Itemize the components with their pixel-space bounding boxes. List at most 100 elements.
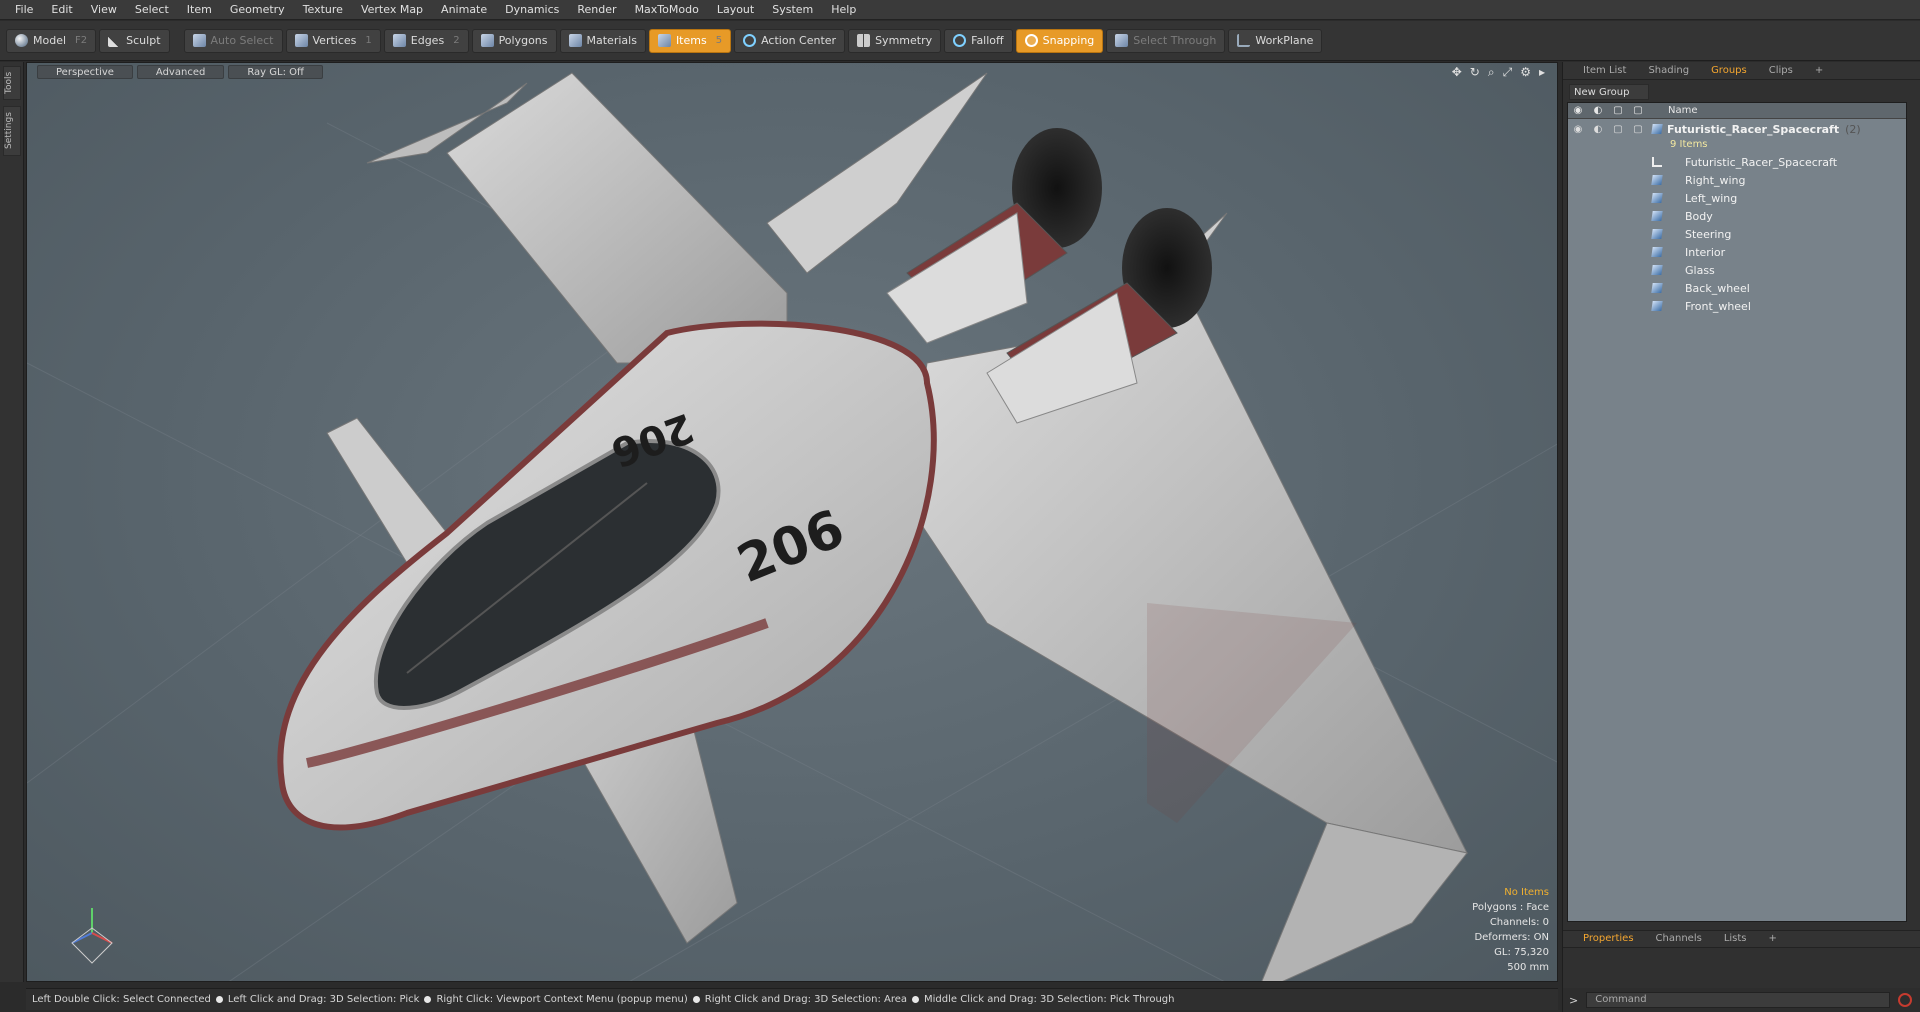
menu-geometry[interactable]: Geometry xyxy=(221,3,294,16)
axis-gizmo xyxy=(71,908,113,964)
lock-icon[interactable]: ▢ xyxy=(1608,124,1628,135)
expand-icon[interactable]: ▸ xyxy=(1539,65,1545,80)
properties-panel xyxy=(1567,950,1907,984)
menu-select[interactable]: Select xyxy=(126,3,178,16)
new-group-button[interactable]: New Group xyxy=(1569,84,1649,100)
workplane-button[interactable]: WorkPlane xyxy=(1228,28,1323,53)
vertices-button[interactable]: Vertices 1 xyxy=(285,28,381,53)
tab-groups[interactable]: Groups xyxy=(1701,63,1757,79)
sculpt-button[interactable]: Sculpt xyxy=(99,28,170,53)
menu-maxtomodo[interactable]: MaxToModo xyxy=(626,3,708,16)
maximize-icon[interactable]: ⤢ xyxy=(1503,65,1513,80)
viewport-header: Perspective Advanced Ray GL: Off xyxy=(27,63,323,81)
right-wing-tip xyxy=(1261,822,1468,981)
polygons-button[interactable]: Polygons xyxy=(471,28,557,53)
tab-shading[interactable]: Shading xyxy=(1638,63,1699,79)
name-column-header[interactable]: Name xyxy=(1668,105,1698,116)
status-hint-3: Right Click: Viewport Context Menu (popu… xyxy=(436,994,688,1005)
menu-view[interactable]: View xyxy=(82,3,126,16)
tab-settings[interactable]: Settings xyxy=(3,106,21,156)
list-item-label: Steering xyxy=(1685,227,1732,241)
command-history-icon[interactable] xyxy=(1898,993,1913,1007)
list-item[interactable]: Steering xyxy=(1568,225,1906,243)
group-name: Futuristic_Racer_Spacecraft xyxy=(1667,122,1840,136)
shading-mode-button[interactable]: Advanced xyxy=(136,65,225,79)
main-toolbar: Model F2 Sculpt Auto Select Vertices 1 E… xyxy=(0,21,1920,61)
edges-button[interactable]: Edges 2 xyxy=(383,28,469,53)
tab-channels[interactable]: Channels xyxy=(1646,931,1712,947)
group-count: (2) xyxy=(1845,122,1861,136)
menu-render[interactable]: Render xyxy=(568,3,625,16)
menu-help[interactable]: Help xyxy=(822,3,865,16)
menu-animate[interactable]: Animate xyxy=(432,3,496,16)
tab-properties[interactable]: Properties xyxy=(1573,931,1644,947)
status-bar: Left Double Click: Select Connected Left… xyxy=(26,988,1558,1010)
status-separator xyxy=(215,996,223,1003)
list-item[interactable]: Body xyxy=(1568,207,1906,225)
menu-vertex-map[interactable]: Vertex Map xyxy=(352,3,432,16)
group-row-toggles: ◉ ◐ ▢ ▢ xyxy=(1568,124,1652,135)
menu-layout[interactable]: Layout xyxy=(708,3,763,16)
items-button[interactable]: Items 5 xyxy=(648,28,732,53)
falloff-button[interactable]: Falloff xyxy=(944,28,1013,53)
list-item[interactable]: Back_wheel xyxy=(1568,279,1906,297)
list-item[interactable]: Front_wheel xyxy=(1568,297,1906,315)
edges-key: 2 xyxy=(453,35,460,46)
tab-clips[interactable]: Clips xyxy=(1759,63,1803,79)
tab-tools[interactable]: Tools xyxy=(3,66,21,100)
list-item[interactable]: Futuristic_Racer_Spacecraft xyxy=(1568,153,1906,171)
snapping-label: Snapping xyxy=(1042,34,1095,47)
list-item-label: Futuristic_Racer_Spacecraft xyxy=(1685,155,1838,169)
viewport-nav-icons: ✥ ↻ ⌕ ⤢ ⚙ ▸ xyxy=(1452,65,1545,80)
list-item[interactable]: Glass xyxy=(1568,261,1906,279)
command-input[interactable]: Command xyxy=(1586,992,1891,1008)
sphere-icon xyxy=(15,34,28,47)
menu-dynamics[interactable]: Dynamics xyxy=(496,3,568,16)
rotate-icon[interactable]: ↻ xyxy=(1470,65,1480,80)
command-line: > Command xyxy=(1563,988,1920,1012)
select-through-button[interactable]: Select Through xyxy=(1106,28,1226,53)
list-item[interactable]: Right_wing xyxy=(1568,171,1906,189)
eye-icon[interactable]: ◉ xyxy=(1568,124,1588,135)
gear-icon[interactable]: ⚙ xyxy=(1520,65,1531,80)
tab-item-list[interactable]: Item List xyxy=(1573,63,1636,79)
3d-viewport[interactable]: 206 206 Perspective Advanced Ray GL: Off… xyxy=(26,62,1558,982)
status-hint-5: Middle Click and Drag: 3D Selection: Pic… xyxy=(924,994,1175,1005)
add-tab-icon[interactable]: + xyxy=(1805,63,1833,79)
select-icon[interactable]: ▢ xyxy=(1628,124,1648,135)
model-button[interactable]: Model F2 xyxy=(6,28,97,53)
lock-column-icon[interactable]: ▢ xyxy=(1608,105,1628,116)
raygl-button[interactable]: Ray GL: Off xyxy=(228,65,323,79)
action-center-button[interactable]: Action Center xyxy=(734,28,846,53)
view-mode-button[interactable]: Perspective xyxy=(37,65,133,79)
list-item[interactable]: Left_wing xyxy=(1568,189,1906,207)
status-separator xyxy=(912,996,920,1003)
render-icon[interactable]: ◐ xyxy=(1588,124,1608,135)
auto-select-button[interactable]: Auto Select xyxy=(183,28,283,53)
menu-edit[interactable]: Edit xyxy=(42,3,81,16)
auto-select-label: Auto Select xyxy=(210,34,274,47)
materials-button[interactable]: Materials xyxy=(559,28,646,53)
tab-lists[interactable]: Lists xyxy=(1714,931,1757,947)
list-item-label: Back_wheel xyxy=(1685,281,1750,295)
menu-item[interactable]: Item xyxy=(178,3,221,16)
visibility-column-icon[interactable]: ◉ xyxy=(1568,105,1588,116)
list-item[interactable]: Interior xyxy=(1568,243,1906,261)
render-column-icon[interactable]: ◐ xyxy=(1588,105,1608,116)
menu-texture[interactable]: Texture xyxy=(294,3,352,16)
symmetry-icon xyxy=(857,34,871,47)
polygon-icon xyxy=(480,34,494,47)
right-panel: Item List Shading Groups Clips + New Gro… xyxy=(1562,62,1920,1012)
select-column-icon[interactable]: ▢ xyxy=(1628,105,1648,116)
viewport-info-overlay: No Items Polygons : Face Channels: 0 Def… xyxy=(1472,885,1549,975)
zoom-icon[interactable]: ⌕ xyxy=(1488,65,1495,80)
group-row[interactable]: ◉ ◐ ▢ ▢ Futuristic_Racer_Spacecraft (2) xyxy=(1568,119,1906,139)
menu-system[interactable]: System xyxy=(763,3,822,16)
snapping-button[interactable]: Snapping xyxy=(1015,28,1104,53)
mesh-icon xyxy=(1651,301,1663,311)
pan-icon[interactable]: ✥ xyxy=(1452,65,1462,80)
menu-file[interactable]: File xyxy=(6,3,42,16)
add-tab-icon[interactable]: + xyxy=(1759,931,1787,947)
symmetry-button[interactable]: Symmetry xyxy=(848,28,942,53)
vertex-icon xyxy=(294,34,308,47)
